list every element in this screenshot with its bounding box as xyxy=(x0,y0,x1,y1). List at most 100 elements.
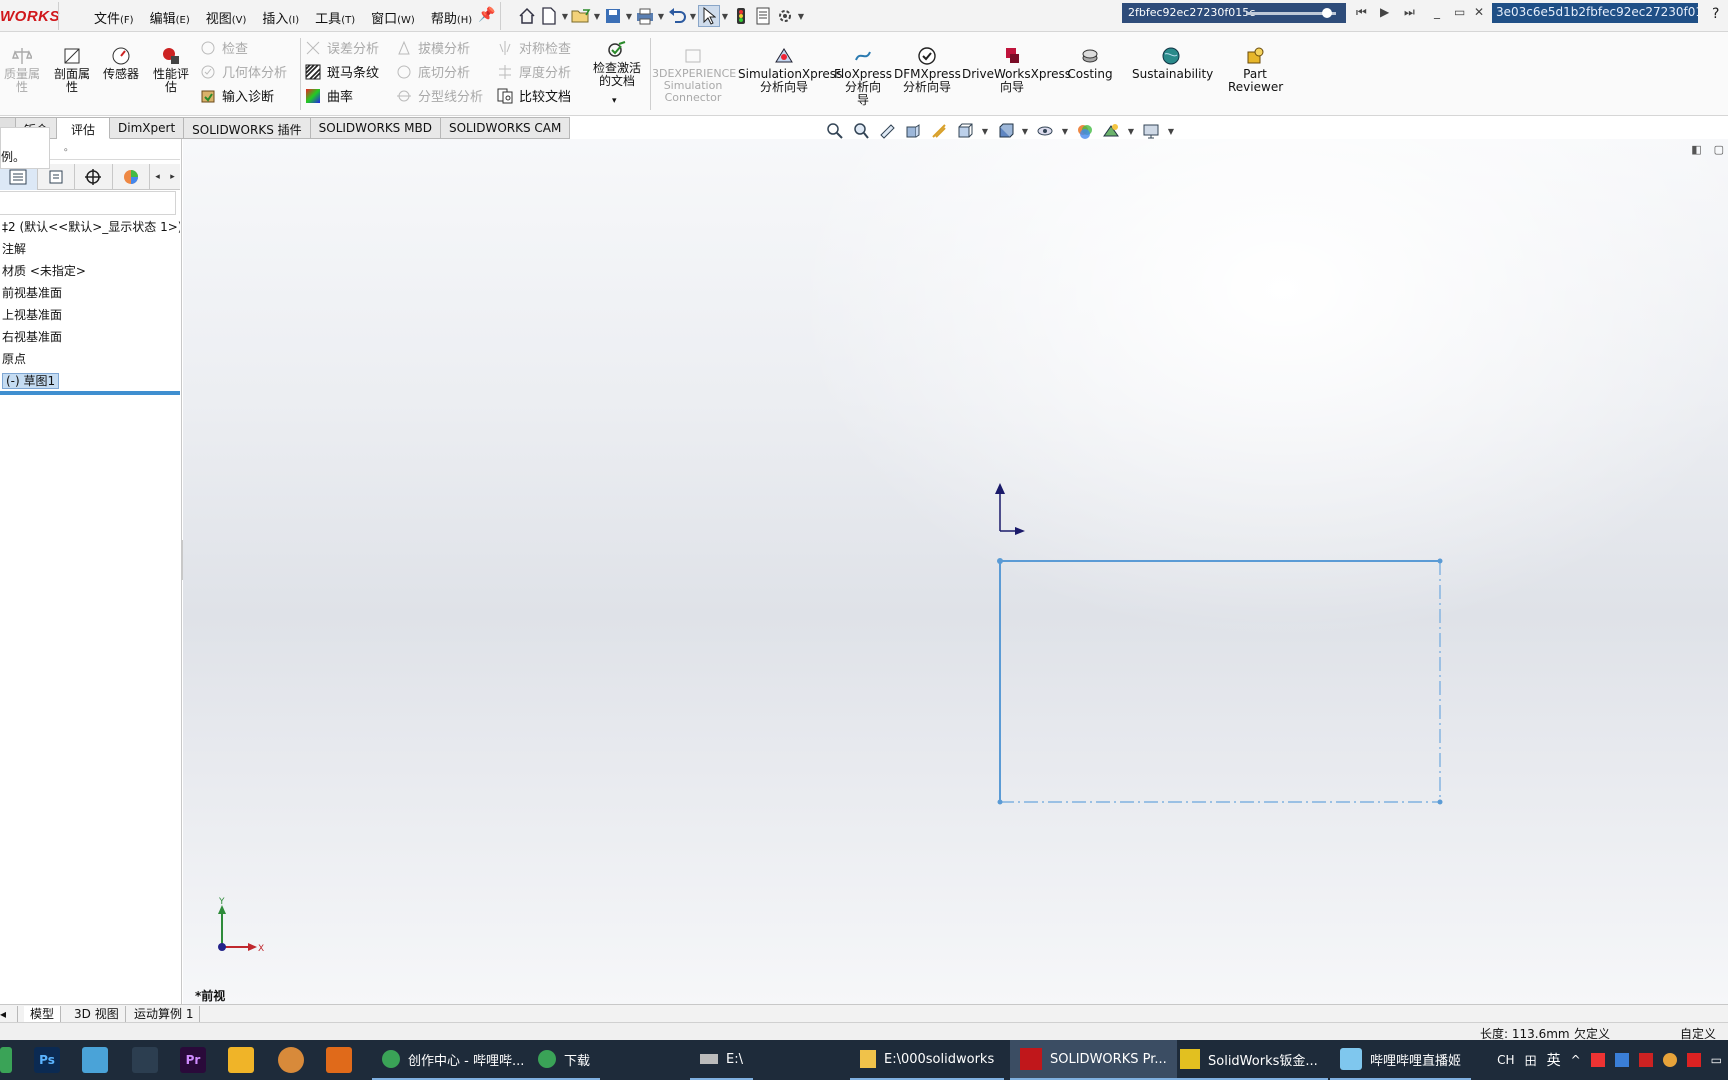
home-icon[interactable] xyxy=(516,5,538,27)
pin-icon[interactable]: 📌 xyxy=(478,7,495,23)
menu-view[interactable]: 视图(V) xyxy=(198,8,255,27)
tray-app-icon[interactable] xyxy=(1662,1053,1677,1067)
menu-insert[interactable]: 插入(I) xyxy=(254,8,307,27)
tree-item-right-plane[interactable]: 右视基准面 xyxy=(0,328,180,350)
menu-file[interactable]: 文件(F) xyxy=(86,8,142,27)
chevron-down-icon[interactable]: ▼ xyxy=(796,12,806,21)
tab-solidworks-mbd[interactable]: SOLIDWORKS MBD xyxy=(310,117,441,139)
restore-icon[interactable]: ▭ xyxy=(1454,5,1465,19)
tree-item-part[interactable]: ‡2 (默认<<默认>_显示状态 1>) xyxy=(0,218,180,240)
driveworksxpress-button[interactable]: DriveWorksXpress 向导 xyxy=(962,46,1071,94)
menu-window[interactable]: 窗口(W) xyxy=(363,8,423,27)
tray-app-icon[interactable] xyxy=(1686,1053,1701,1067)
chevron-right-icon[interactable]: ▸ xyxy=(165,164,180,190)
display-manager-tab-icon[interactable] xyxy=(113,164,151,190)
previous-icon[interactable]: ⏮ xyxy=(1356,5,1367,20)
tray-ime[interactable]: 英 xyxy=(1547,1050,1561,1070)
tree-item-top-plane[interactable]: 上视基准面 xyxy=(0,306,180,328)
tree-item-front-plane[interactable]: 前视基准面 xyxy=(0,284,180,306)
display-style-icon[interactable] xyxy=(994,121,1016,141)
tab-3d-view[interactable]: 3D 视图 xyxy=(68,1006,126,1022)
tab-solidworks-cam[interactable]: SOLIDWORKS CAM xyxy=(440,117,571,139)
chevron-up-icon[interactable]: ^ xyxy=(1571,1053,1581,1067)
check-active-document-button[interactable]: 检查激活 的文档 xyxy=(588,40,646,88)
compare-documents-button[interactable]: 比较文档 xyxy=(497,86,571,105)
taskbar-app-creator-center[interactable]: 创作中心 - 哔哩哔... xyxy=(372,1040,535,1080)
tree-item-material[interactable]: 材质 <未指定> xyxy=(0,262,180,284)
edit-appearance-icon[interactable] xyxy=(1074,121,1096,141)
costing-button[interactable]: Costing xyxy=(1066,46,1114,81)
section-view-icon[interactable] xyxy=(902,121,924,141)
chevron-down-icon[interactable]: ▼ xyxy=(688,12,698,21)
menu-tools[interactable]: 工具(T) xyxy=(307,8,363,27)
dynamic-annotation-icon[interactable] xyxy=(928,121,950,141)
app-icon[interactable] xyxy=(326,1047,352,1073)
mass-properties-button[interactable]: 质量属 性 xyxy=(2,46,42,94)
chevron-down-icon[interactable]: ▼ xyxy=(1020,127,1030,136)
tab-solidworks-addins[interactable]: SOLIDWORKS 插件 xyxy=(184,117,311,139)
taskbar-app-solidworks[interactable]: SOLIDWORKS Pr... xyxy=(1010,1040,1177,1080)
chevron-down-icon[interactable]: ▼ xyxy=(656,12,666,21)
next-icon[interactable]: ⏭ xyxy=(1404,5,1415,20)
configuration-manager-tab-icon[interactable] xyxy=(75,164,113,190)
chevron-down-icon[interactable]: ▼ xyxy=(1060,127,1070,136)
curvature-button[interactable]: 曲率 xyxy=(305,86,353,105)
view-settings-monitor-icon[interactable] xyxy=(1140,121,1162,141)
tab-evaluate[interactable]: 评估 xyxy=(57,117,111,139)
chevron-down-icon[interactable]: ▼ xyxy=(624,12,634,21)
geometry-analysis-button[interactable]: 几何体分析 xyxy=(200,62,287,81)
graphics-area[interactable]: ◧ ▢ Y X *前视 xyxy=(183,139,1728,1005)
tray-language[interactable]: CH xyxy=(1497,1053,1514,1067)
tab-scroll-left[interactable]: ◂ xyxy=(0,1006,18,1022)
minimize-icon[interactable]: _ xyxy=(1434,5,1440,19)
tree-search-input[interactable] xyxy=(0,191,176,215)
menu-edit[interactable]: 编辑(E) xyxy=(142,8,198,27)
sketch-point[interactable] xyxy=(1437,799,1443,805)
help-icon[interactable]: ? xyxy=(1712,6,1719,22)
sketch-point[interactable] xyxy=(997,799,1003,805)
save-icon[interactable] xyxy=(602,5,624,27)
chevron-down-icon[interactable]: ▼ xyxy=(720,12,730,21)
menu-help[interactable]: 帮助(H) xyxy=(423,8,480,27)
new-document-icon[interactable] xyxy=(538,5,560,27)
tray-app-icon[interactable] xyxy=(1638,1053,1653,1067)
panel-filter[interactable]: ⚬ xyxy=(50,146,180,160)
network-icon[interactable]: ▭ xyxy=(1711,1053,1722,1067)
file-properties-icon[interactable] xyxy=(752,5,774,27)
ime-grid-icon[interactable]: 田 xyxy=(1525,1052,1537,1069)
taskbar-app-bilibili-live[interactable]: 哔哩哔哩直播姬 xyxy=(1330,1040,1472,1080)
chevron-left-icon[interactable]: ◂ xyxy=(150,164,165,190)
player-knob[interactable] xyxy=(1322,8,1332,18)
view-orientation-icon[interactable] xyxy=(954,121,976,141)
sustainability-button[interactable]: Sustainability xyxy=(1132,46,1213,81)
chevron-down-icon[interactable]: ▼ xyxy=(560,12,570,21)
tab-motion-study[interactable]: 运动算例 1 xyxy=(128,1006,201,1022)
zebra-stripes-button[interactable]: 斑马条纹 xyxy=(305,62,379,81)
chevron-down-icon[interactable]: ▾ xyxy=(612,96,617,106)
sketch-point[interactable] xyxy=(1437,558,1443,564)
sketch-canvas[interactable]: Y X xyxy=(183,139,1728,1005)
3dexperience-connector-button[interactable]: 3DEXPERIENCE Simulation Connector xyxy=(652,46,736,104)
select-cursor-icon[interactable] xyxy=(698,5,720,27)
photoshop-icon[interactable]: Ps xyxy=(34,1047,60,1073)
taskbar-app-drive-e[interactable]: E:\ xyxy=(690,1040,753,1080)
dfmxpress-button[interactable]: DFMXpress 分析向导 xyxy=(894,46,961,94)
tree-item-origin[interactable]: 原点 xyxy=(0,350,180,372)
parting-line-analysis-button[interactable]: 分型线分析 xyxy=(396,86,483,105)
taskbar-app-solidworks-sheetmetal[interactable]: SolidWorks钣金... xyxy=(1170,1040,1328,1080)
rebuild-traffic-light-icon[interactable] xyxy=(730,5,752,27)
app-icon[interactable] xyxy=(0,1047,12,1073)
sketch-point[interactable] xyxy=(997,558,1003,564)
gear-icon[interactable] xyxy=(774,5,796,27)
tray-app-icon[interactable] xyxy=(1590,1053,1605,1067)
taskbar-app-downloads[interactable]: 下载 xyxy=(528,1040,601,1080)
zoom-to-area-icon[interactable] xyxy=(850,121,872,141)
search-field[interactable]: 3e03c6e5d1b2fbfec92ec27230f015 xyxy=(1492,3,1698,23)
draft-analysis-button[interactable]: 拔模分析 xyxy=(396,38,470,57)
floxpress-button[interactable]: FloXpress 分析向 导 xyxy=(834,46,892,107)
print-icon[interactable] xyxy=(634,5,656,27)
simulationxpress-button[interactable]: SimulationXpress 分析向导 xyxy=(738,46,842,94)
rollback-bar[interactable] xyxy=(0,391,180,395)
play-icon[interactable]: ▶ xyxy=(1380,5,1389,19)
open-folder-icon[interactable] xyxy=(570,5,592,27)
